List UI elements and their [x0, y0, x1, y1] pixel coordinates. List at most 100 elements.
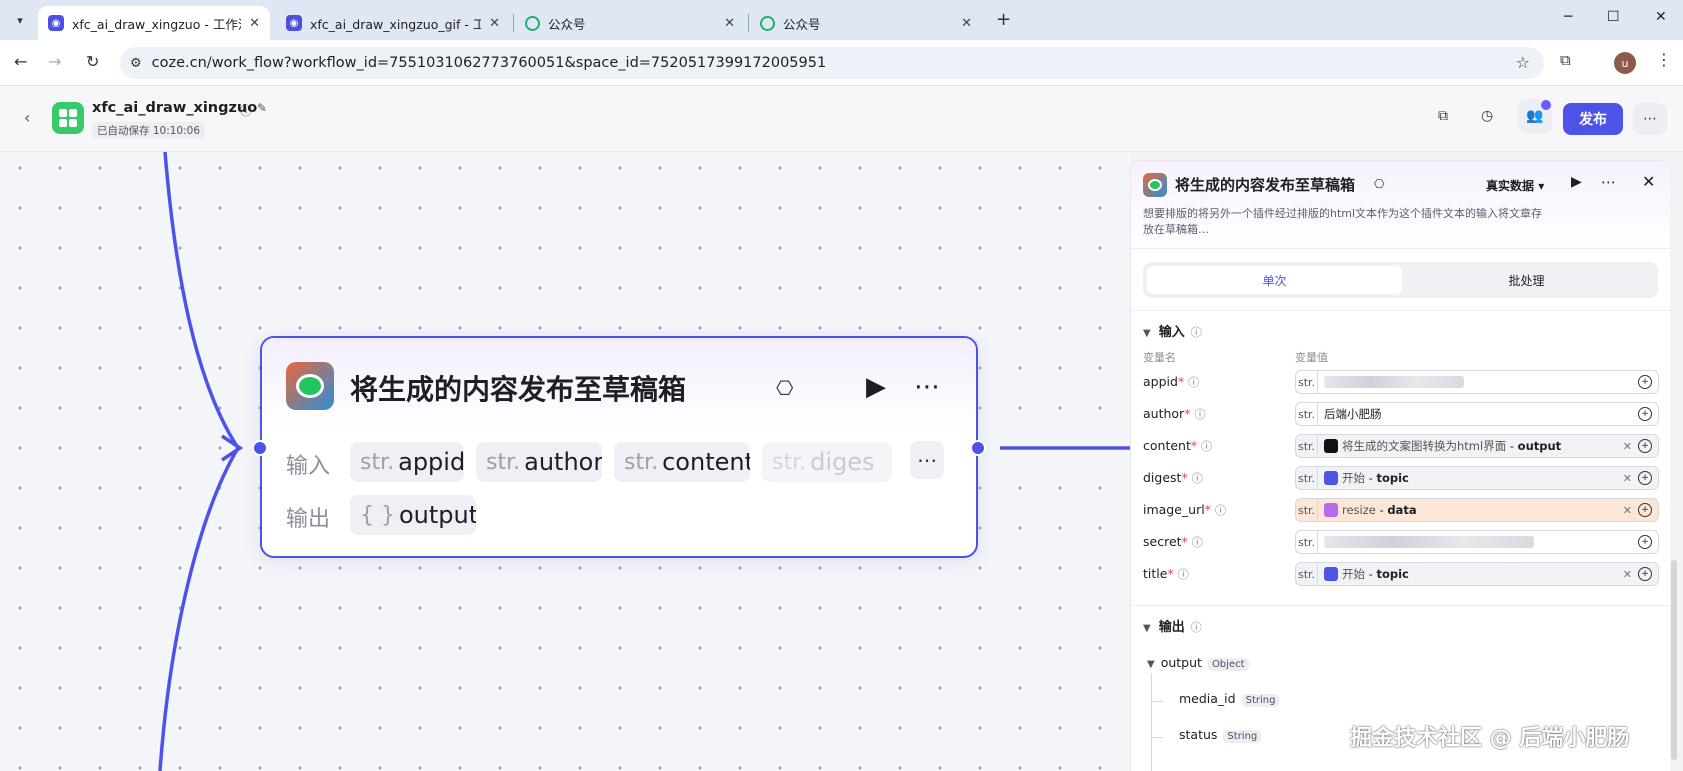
- type-label: str.: [624, 449, 659, 475]
- data-mode-dropdown[interactable]: 真实数据 ▾: [1486, 177, 1544, 194]
- output-port[interactable]: [970, 440, 986, 456]
- browser-menu-icon[interactable]: ⋮: [1656, 50, 1672, 69]
- output-name: output: [1160, 655, 1202, 670]
- workflow-canvas[interactable]: 将生成的内容发布至草稿箱 ⎔ ▶ ⋯ 输入 str. appid str. au…: [0, 152, 1130, 771]
- extensions-puzzle-icon[interactable]: ⧉: [1560, 51, 1571, 69]
- site-info-icon[interactable]: ⚙: [130, 56, 142, 71]
- tab-batch[interactable]: 批处理: [1399, 266, 1654, 294]
- var-field-image-url[interactable]: str. resize - data ✕ +: [1295, 498, 1659, 522]
- output-tree-root[interactable]: ▼ output Object: [1147, 655, 1249, 671]
- url-omnibox[interactable]: ⚙ coze.cn/work_flow?workflow_id=75510310…: [120, 47, 1544, 79]
- info-icon[interactable]: ⓘ: [1188, 376, 1199, 389]
- plugin-node[interactable]: 将生成的内容发布至草稿箱 ⎔ ▶ ⋯ 输入 str. appid str. au…: [252, 336, 986, 558]
- panel-scrollbar[interactable]: [1671, 560, 1677, 760]
- clear-icon[interactable]: ✕: [1623, 440, 1632, 453]
- run-play-icon[interactable]: ▶: [1571, 174, 1582, 190]
- more-inputs-icon[interactable]: ⋯: [910, 441, 944, 479]
- type-label: str.: [1296, 435, 1318, 457]
- input-chip-author: str. author: [476, 442, 602, 482]
- input-section-header[interactable]: ▼ 输入 ⓘ: [1143, 321, 1202, 340]
- var-field-title[interactable]: str. 开始 - topic ✕ +: [1295, 562, 1659, 586]
- info-icon[interactable]: ⓘ: [240, 102, 252, 119]
- browser-tab-1[interactable]: ◉ xfc_ai_draw_xingzuo - 工作流 ✕: [38, 6, 270, 40]
- run-play-icon[interactable]: ▶: [866, 372, 886, 402]
- browser-tab-2[interactable]: ◉ xfc_ai_draw_xingzuo_gif - 工作 ✕: [276, 6, 510, 40]
- add-ref-icon[interactable]: +: [1638, 535, 1652, 549]
- var-field-appid[interactable]: str. +: [1295, 370, 1659, 394]
- profile-avatar[interactable]: u: [1614, 52, 1636, 74]
- maximize-icon[interactable]: ☐: [1607, 9, 1620, 25]
- back-chevron-icon[interactable]: ‹: [24, 108, 30, 127]
- new-tab-icon[interactable]: +: [996, 9, 1011, 30]
- forward-arrow-icon[interactable]: →: [48, 52, 61, 71]
- var-field-secret[interactable]: str. +: [1295, 530, 1659, 554]
- close-icon[interactable]: ✕: [489, 16, 500, 31]
- var-name-content: content* ⓘ: [1143, 438, 1213, 453]
- var-field-content[interactable]: str. 将生成的文案图转换为html界面 - output ✕ +: [1295, 434, 1659, 458]
- add-ref-icon[interactable]: +: [1638, 407, 1652, 421]
- output-section-header[interactable]: ▼ 输出 ⓘ: [1143, 616, 1202, 635]
- chip-name: author: [524, 448, 602, 476]
- redacted-value: [1324, 536, 1534, 548]
- add-ref-icon[interactable]: +: [1638, 439, 1652, 453]
- chip-name: diges: [810, 448, 875, 476]
- var-name-appid: appid* ⓘ: [1143, 374, 1200, 389]
- copy-icon[interactable]: ⧉: [1438, 108, 1448, 124]
- tab-single[interactable]: 单次: [1147, 266, 1402, 294]
- info-icon[interactable]: ⓘ: [1191, 621, 1202, 634]
- window-close-icon[interactable]: ✕: [1655, 9, 1667, 25]
- node-more-icon[interactable]: ⋯: [914, 372, 942, 402]
- var-label: content: [1143, 438, 1191, 453]
- close-icon[interactable]: ✕: [1642, 172, 1655, 191]
- chevron-down-icon[interactable]: ▼: [1147, 659, 1155, 670]
- close-icon[interactable]: ✕: [724, 16, 735, 31]
- info-icon[interactable]: ⓘ: [1178, 568, 1189, 581]
- input-port[interactable]: [252, 440, 268, 456]
- minimize-icon[interactable]: ─: [1564, 9, 1572, 25]
- clear-icon[interactable]: ✕: [1623, 472, 1632, 485]
- node-input-label: 输入: [286, 454, 331, 479]
- type-label: str.: [1296, 403, 1318, 425]
- start-node-icon: [1324, 567, 1338, 581]
- var-field-author[interactable]: str. 后端小肥肠 +: [1295, 402, 1659, 426]
- info-icon[interactable]: ⓘ: [1191, 326, 1202, 339]
- history-clock-icon[interactable]: ◷: [1481, 108, 1493, 124]
- close-icon[interactable]: ✕: [961, 16, 972, 31]
- info-icon[interactable]: ⓘ: [1192, 536, 1203, 549]
- column-header-value: 变量值: [1295, 351, 1328, 364]
- panel-more-icon[interactable]: ⋯: [1601, 173, 1616, 191]
- add-ref-icon[interactable]: +: [1638, 567, 1652, 581]
- bookmark-star-icon[interactable]: ☆: [1516, 53, 1530, 72]
- watermark: 掘金技术社区 @ 后端小肥肠: [1350, 726, 1630, 751]
- output-name: status: [1179, 727, 1218, 742]
- edit-icon[interactable]: ✎: [257, 101, 267, 115]
- info-icon[interactable]: ⓘ: [1215, 504, 1226, 517]
- info-icon[interactable]: ⓘ: [1201, 440, 1212, 453]
- type-label: str.: [1296, 499, 1318, 521]
- info-icon[interactable]: ⓘ: [1192, 472, 1203, 485]
- tab-search-chevron-icon[interactable]: ▾: [8, 8, 32, 32]
- close-icon[interactable]: ✕: [249, 16, 260, 31]
- var-value[interactable]: 后端小肥肠: [1324, 406, 1638, 422]
- var-name-secret: secret* ⓘ: [1143, 534, 1203, 549]
- add-ref-icon[interactable]: +: [1638, 503, 1652, 517]
- url-text[interactable]: coze.cn/work_flow?workflow_id=7551031062…: [152, 55, 827, 71]
- clear-icon[interactable]: ✕: [1623, 568, 1632, 581]
- browser-tab-4[interactable]: 公众号 ✕: [750, 6, 982, 40]
- clear-icon[interactable]: ✕: [1623, 504, 1632, 517]
- workflow-header: ‹ xfc_ai_draw_xingzuo ⓘ ✎ 已自动保存 10:10:06…: [0, 86, 1683, 152]
- browser-tab-3[interactable]: 公众号 ✕: [515, 6, 745, 40]
- back-arrow-icon[interactable]: ←: [14, 52, 27, 71]
- info-icon[interactable]: ⓘ: [1194, 408, 1205, 421]
- add-ref-icon[interactable]: +: [1638, 375, 1652, 389]
- publish-button[interactable]: 发布: [1563, 103, 1623, 135]
- plugin-store-icon: ⎔: [1374, 177, 1385, 191]
- reload-icon[interactable]: ↻: [86, 52, 99, 71]
- header-more-icon[interactable]: ⋯: [1633, 103, 1667, 135]
- add-ref-icon[interactable]: +: [1638, 471, 1652, 485]
- output-child-status: status String: [1179, 727, 1262, 743]
- notification-badge: [1541, 100, 1551, 110]
- var-field-digest[interactable]: str. 开始 - topic ✕ +: [1295, 466, 1659, 490]
- tab-separator: [513, 14, 514, 32]
- type-tag: String: [1241, 694, 1280, 707]
